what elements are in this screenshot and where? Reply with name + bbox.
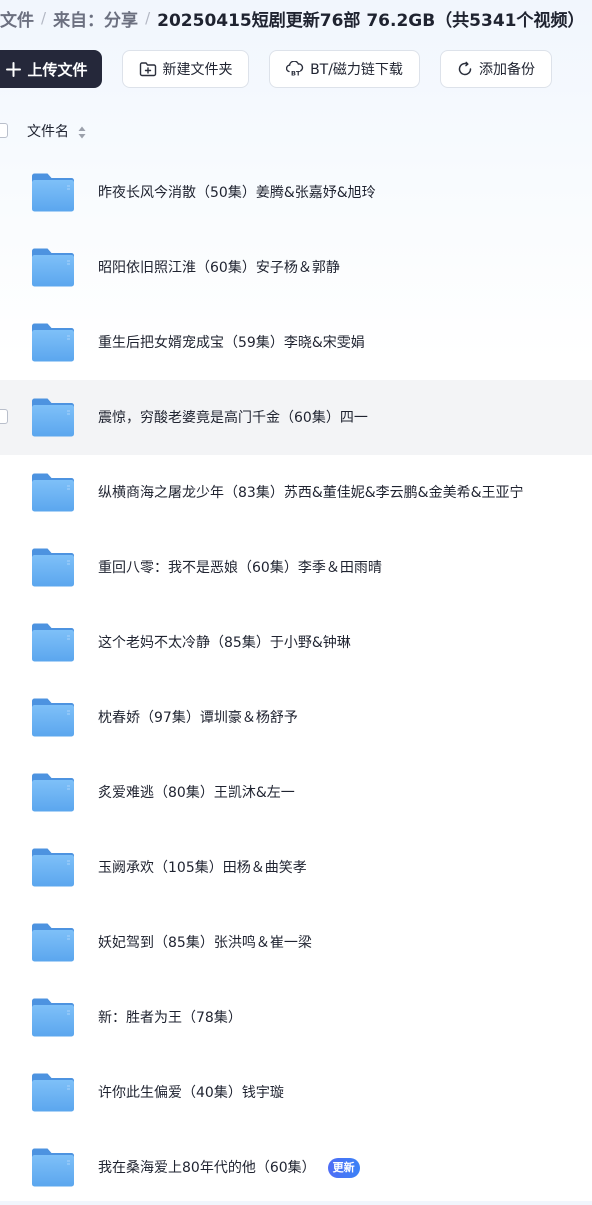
file-name-text: 新：胜者为王（78集） — [98, 1010, 242, 1026]
bt-magnet-download-label: BT/磁力链下载 — [310, 62, 403, 78]
file-name[interactable]: 纵横商海之屠龙少年（83集）苏西&董佳妮&李云鹏&金美希&王亚宁 — [98, 482, 523, 502]
folder-icon — [30, 322, 76, 363]
file-name-text: 重回八零：我不是恶娘（60集）李季＆田雨晴 — [98, 560, 382, 576]
file-row[interactable]: 许你此生偏爱（40集）钱宇璇 — [0, 1055, 592, 1130]
folder-icon — [30, 547, 76, 588]
folder-icon — [30, 772, 76, 813]
file-row[interactable]: 昨夜长风今消散（50集）姜腾&张嘉妤&旭玲 — [0, 155, 592, 230]
list-header: 文件名 — [0, 117, 592, 145]
file-row[interactable]: 震惊，穷酸老婆竟是高门千金（60集）四一 — [0, 380, 592, 455]
file-name[interactable]: 我在桑海爱上80年代的他（60集） 更新 — [98, 1157, 360, 1178]
breadcrumb: 文件 / 来自：分享 / 20250415短剧更新76部 76.2GB（共534… — [0, 5, 592, 31]
file-name-text: 妖妃驾到（85集）张洪鸣＆崔一梁 — [98, 935, 312, 951]
file-row[interactable]: 玉阙承欢（105集）田杨＆曲笑孝 — [0, 830, 592, 905]
add-backup-button[interactable]: 添加备份 — [440, 50, 552, 88]
folder-icon — [30, 847, 76, 888]
file-list: 昨夜长风今消散（50集）姜腾&张嘉妤&旭玲 昭阳依旧照江淮（60集）安子杨＆郭静重… — [0, 155, 592, 1205]
folder-icon — [30, 247, 76, 288]
upload-button[interactable]: 上传文件 — [0, 50, 102, 88]
file-row[interactable]: 纵横商海之屠龙少年（83集）苏西&董佳妮&李云鹏&金美希&王亚宁 — [0, 455, 592, 530]
add-backup-button-label: 添加备份 — [479, 62, 535, 78]
column-header-filename[interactable]: 文件名 — [27, 121, 69, 141]
file-row[interactable]: 重回八零：我不是恶娘（60集）李季＆田雨晴 — [0, 530, 592, 605]
breadcrumb-root[interactable]: 文件 — [0, 6, 34, 31]
file-name[interactable]: 重回八零：我不是恶娘（60集）李季＆田雨晴 — [98, 557, 382, 577]
file-name-text: 重生后把女婿宠成宝（59集）李晓&宋雯娟 — [98, 335, 365, 351]
file-name[interactable]: 这个老妈不太冷静（85集）于小野&钟琳 — [98, 632, 351, 652]
file-row[interactable]: 昭阳依旧照江淮（60集）安子杨＆郭静 — [0, 230, 592, 305]
plus-icon — [6, 61, 22, 77]
file-name-text: 昭阳依旧照江淮（60集）安子杨＆郭静 — [98, 260, 340, 276]
file-name-text: 这个老妈不太冷静（85集）于小野&钟琳 — [98, 635, 351, 651]
file-name[interactable]: 玉阙承欢（105集）田杨＆曲笑孝 — [98, 857, 307, 877]
file-name[interactable]: 妖妃驾到（85集）张洪鸣＆崔一梁 — [98, 932, 312, 952]
file-row[interactable]: 新：胜者为王（78集） — [0, 980, 592, 1055]
breadcrumb-separator: / — [145, 9, 151, 27]
file-row[interactable]: 我在桑海爱上80年代的他（60集） 更新 — [0, 1130, 592, 1205]
row-checkbox[interactable] — [0, 409, 8, 424]
bt-magnet-icon: BT — [286, 61, 304, 77]
bt-magnet-download-button[interactable]: BT BT/磁力链下载 — [269, 50, 420, 88]
select-all-checkbox[interactable] — [0, 123, 8, 138]
folder-icon — [30, 1072, 76, 1113]
file-name-text: 枕春娇（97集）谭圳豪＆杨舒予 — [98, 710, 298, 726]
folder-icon — [30, 172, 76, 213]
svg-text:BT: BT — [291, 70, 301, 78]
file-row[interactable]: 炙爱难逃（80集）王凯沐&左一 — [0, 755, 592, 830]
toolbar: 上传文件 新建文件夹 BT BT/磁力链下载 添加备份 — [0, 50, 592, 90]
file-row[interactable]: 枕春娇（97集）谭圳豪＆杨舒予 — [0, 680, 592, 755]
sort-icon[interactable] — [78, 124, 86, 143]
file-row[interactable]: 重生后把女婿宠成宝（59集）李晓&宋雯娟 — [0, 305, 592, 380]
folder-icon — [30, 697, 76, 738]
sync-icon — [457, 61, 473, 77]
file-name[interactable]: 重生后把女婿宠成宝（59集）李晓&宋雯娟 — [98, 332, 365, 352]
file-name-text: 昨夜长风今消散（50集）姜腾&张嘉妤&旭玲 — [98, 185, 376, 201]
file-name[interactable]: 新：胜者为王（78集） — [98, 1007, 242, 1027]
folder-icon — [30, 922, 76, 963]
file-name-text: 震惊，穷酸老婆竟是高门千金（60集）四一 — [98, 410, 368, 426]
file-name[interactable]: 昨夜长风今消散（50集）姜腾&张嘉妤&旭玲 — [98, 182, 376, 202]
file-name-text: 玉阙承欢（105集）田杨＆曲笑孝 — [98, 860, 307, 876]
update-badge: 更新 — [327, 1158, 360, 1178]
breadcrumb-from[interactable]: 来自：分享 — [53, 6, 138, 31]
new-folder-button-label: 新建文件夹 — [162, 62, 233, 78]
file-row[interactable]: 这个老妈不太冷静（85集）于小野&钟琳 — [0, 605, 592, 680]
file-name[interactable]: 震惊，穷酸老婆竟是高门千金（60集）四一 — [98, 407, 368, 427]
file-name[interactable]: 许你此生偏爱（40集）钱宇璇 — [98, 1082, 284, 1102]
file-name-text: 炙爱难逃（80集）王凯沐&左一 — [98, 785, 295, 801]
breadcrumb-current: 20250415短剧更新76部 76.2GB（共5341个视频） — [157, 10, 585, 31]
file-name[interactable]: 昭阳依旧照江淮（60集）安子杨＆郭静 — [98, 257, 340, 277]
new-folder-icon — [139, 61, 157, 77]
folder-icon — [30, 397, 76, 438]
file-name[interactable]: 炙爱难逃（80集）王凯沐&左一 — [98, 782, 295, 802]
folder-icon — [30, 1147, 76, 1188]
breadcrumb-separator: / — [41, 9, 47, 27]
new-folder-button[interactable]: 新建文件夹 — [122, 50, 249, 88]
upload-button-label: 上传文件 — [27, 60, 88, 79]
file-row[interactable]: 妖妃驾到（85集）张洪鸣＆崔一梁 — [0, 905, 592, 980]
folder-icon — [30, 472, 76, 513]
file-name[interactable]: 枕春娇（97集）谭圳豪＆杨舒予 — [98, 707, 298, 727]
file-name-text: 许你此生偏爱（40集）钱宇璇 — [98, 1085, 284, 1101]
folder-icon — [30, 997, 76, 1038]
folder-icon — [30, 622, 76, 663]
file-name-text: 我在桑海爱上80年代的他（60集） — [98, 1160, 316, 1176]
file-name-text: 纵横商海之屠龙少年（83集）苏西&董佳妮&李云鹏&金美希&王亚宁 — [98, 485, 524, 501]
